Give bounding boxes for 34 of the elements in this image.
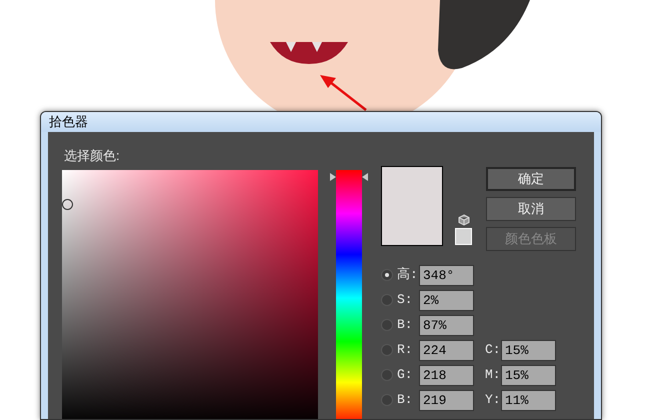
web-color-swatch[interactable] [455, 228, 472, 244]
field-label: B: [397, 391, 414, 410]
field-label: C: [485, 341, 501, 360]
prompt-label: 选择颜色: [64, 148, 120, 162]
radio-button[interactable] [381, 319, 393, 331]
field-label: 高: [397, 266, 419, 284]
field-label: S: [397, 291, 414, 310]
radio-button[interactable] [381, 294, 393, 306]
dialog-button[interactable]: 确定 [486, 166, 576, 190]
field-label: R: [397, 341, 414, 360]
field-label: B: [397, 316, 414, 334]
field-label: G: [397, 366, 414, 384]
color-marker-icon[interactable] [62, 198, 73, 210]
saturation-brightness-field[interactable] [62, 170, 318, 419]
radio-button[interactable] [381, 394, 393, 406]
input-field[interactable]: 224 [419, 340, 474, 360]
radio-button[interactable] [381, 269, 393, 281]
input-field[interactable]: 15% [501, 364, 556, 386]
input-field[interactable]: 219 [419, 390, 474, 410]
input-field[interactable]: 15% [501, 340, 556, 360]
hue-slider-thumb[interactable] [330, 173, 368, 182]
arrow-icon [320, 75, 367, 111]
dialog-button[interactable]: 取消 [486, 196, 576, 220]
window-title: 拾色器 [49, 113, 88, 131]
input-field[interactable]: 87% [419, 314, 474, 336]
field-label: Y: [485, 391, 501, 410]
field-label: M: [485, 366, 501, 384]
input-field[interactable]: 348° [419, 264, 474, 286]
input-field[interactable]: 11% [501, 390, 556, 410]
radio-button[interactable] [381, 369, 393, 381]
cube-icon[interactable] [458, 214, 470, 226]
input-field[interactable]: 218 [419, 364, 474, 386]
radio-button[interactable] [381, 344, 393, 356]
input-field[interactable]: 2% [419, 290, 474, 310]
